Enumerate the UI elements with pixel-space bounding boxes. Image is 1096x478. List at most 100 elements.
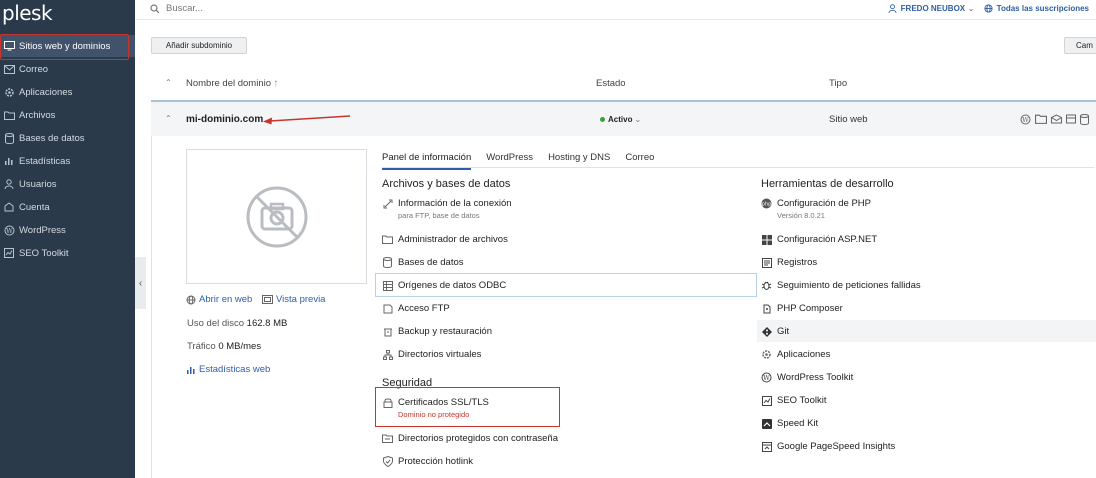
search-box[interactable]: Buscar...: [150, 3, 203, 14]
tool-pagespeed[interactable]: Google PageSpeed Insights: [761, 441, 895, 461]
dev-tools-section-title: Herramientas de desarrollo: [761, 178, 894, 190]
bug-icon: [761, 280, 772, 291]
tool-connection-info[interactable]: Información de la conexión para FTP, bas…: [382, 198, 512, 220]
svg-text:W: W: [6, 227, 13, 235]
mail-icon[interactable]: [1051, 114, 1062, 124]
sidebar-item-files[interactable]: Archivos: [0, 104, 135, 126]
tool-odbc[interactable]: Orígenes de datos ODBC: [382, 280, 506, 300]
sidebar-item-wordpress[interactable]: W WordPress: [0, 219, 135, 241]
user-name: FREDO NEUBOX: [900, 4, 966, 13]
column-header-type: Tipo: [829, 78, 848, 89]
sidebar-collapse-button[interactable]: ‹: [135, 257, 146, 309]
tool-label: Bases de datos: [398, 257, 464, 268]
site-preview-thumbnail: [186, 149, 367, 284]
subscriptions-menu[interactable]: Todas las suscripciones: [984, 4, 1089, 13]
tool-file-manager[interactable]: Administrador de archivos: [382, 234, 508, 254]
tool-php-settings[interactable]: php Configuración de PHP Versión 8.0.21: [761, 198, 871, 220]
preview-label: Vista previa: [276, 294, 326, 305]
panel-border: [151, 136, 152, 478]
sidebar-item-users[interactable]: Usuarios: [0, 173, 135, 195]
tool-hotlink-protection[interactable]: Protección hotlink: [382, 456, 473, 476]
tool-speed-kit[interactable]: Speed Kit: [761, 418, 818, 438]
sidebar-item-statistics[interactable]: Estadísticas: [0, 150, 135, 172]
tool-label: Aplicaciones: [777, 349, 831, 360]
right-toolbar-button[interactable]: Cam: [1064, 37, 1096, 54]
tool-backup[interactable]: Backup y restauración: [382, 326, 492, 346]
disk-usage: Uso del disco 162.8 MB: [187, 318, 287, 329]
disk-usage-label: Uso del disco: [187, 318, 245, 329]
tool-aspnet-settings[interactable]: Configuración ASP.NET: [761, 234, 877, 254]
tool-logs[interactable]: Registros: [761, 257, 817, 277]
tool-label: Orígenes de datos ODBC: [398, 280, 507, 291]
tool-label: PHP Composer: [777, 303, 843, 314]
tool-git[interactable]: Git: [761, 326, 789, 346]
column-header-domain[interactable]: Nombre del dominio ↑: [186, 78, 278, 89]
bar-chart-icon: [186, 365, 196, 375]
sidebar-item-websites[interactable]: Sitios web y dominios: [0, 34, 135, 60]
sidebar-item-label: Bases de datos: [19, 132, 85, 144]
mail-icon: [3, 63, 15, 75]
certificate-icon: [382, 397, 393, 408]
tool-label: Directorios protegidos con contraseña: [398, 433, 559, 444]
column-header-label: Nombre del dominio: [186, 78, 272, 89]
tool-failed-requests[interactable]: Seguimiento de peticiones fallidas: [761, 280, 921, 300]
tool-protected-dirs[interactable]: Directorios protegidos con contraseña: [382, 433, 558, 453]
sidebar-item-databases[interactable]: Bases de datos: [0, 127, 135, 149]
tool-seo-toolkit[interactable]: SEO Toolkit: [761, 395, 826, 415]
wordpress-icon: W: [761, 372, 772, 383]
sidebar-item-applications[interactable]: Aplicaciones: [0, 81, 135, 103]
tool-applications[interactable]: Aplicaciones: [761, 349, 830, 369]
disk-usage-value: 162.8 MB: [246, 318, 288, 329]
tool-sublabel: para FTP, base de datos: [398, 211, 480, 220]
status-badge[interactable]: Activo ⌄: [600, 115, 641, 124]
folder-icon: [3, 109, 15, 121]
bar-chart-icon: [3, 155, 15, 167]
plesk-logo[interactable]: plesk: [2, 1, 53, 25]
add-subdomain-button[interactable]: Añadir subdominio: [151, 37, 247, 54]
tool-ftp-access[interactable]: Acceso FTP: [382, 303, 450, 323]
sidebar-item-label: Archivos: [19, 109, 56, 121]
user-menu[interactable]: FREDO NEUBOX ⌄: [888, 4, 974, 13]
sitemap-icon: [382, 349, 393, 360]
status-label: Activo: [608, 115, 633, 124]
sidebar-item-label: Cuenta: [19, 201, 50, 213]
sidebar-item-label: Sitios web y dominios: [19, 40, 111, 52]
svg-text:W: W: [1022, 116, 1029, 124]
speed-icon: [761, 418, 772, 429]
row-collapse-icon[interactable]: ⌃: [165, 114, 172, 123]
tool-databases[interactable]: Bases de datos: [382, 257, 464, 277]
windows-icon: [761, 234, 772, 245]
preview-link[interactable]: Vista previa: [262, 294, 325, 305]
web-statistics-link[interactable]: Estadísticas web: [186, 364, 270, 375]
sidebar-item-account[interactable]: Cuenta: [0, 196, 135, 218]
svg-text:W: W: [763, 374, 770, 382]
no-screenshot-icon: [246, 186, 307, 247]
topbar: Buscar... FREDO NEUBOX ⌄ Todas las suscr…: [136, 0, 1096, 20]
tool-virtual-dirs[interactable]: Directorios virtuales: [382, 349, 481, 369]
tool-label: Speed Kit: [777, 418, 819, 429]
svg-text:php: php: [762, 202, 772, 208]
database-icon[interactable]: [1080, 114, 1089, 125]
monitor-icon: [3, 40, 15, 52]
sidebar-item-mail[interactable]: Correo: [0, 58, 135, 80]
gear-icon: [761, 349, 772, 360]
sidebar-item-seo-toolkit[interactable]: SEO Toolkit: [0, 242, 135, 264]
tool-ssl-certificates[interactable]: Certificados SSL/TLS Dominio no protegid…: [382, 397, 489, 419]
traffic-value: 0 MB/mes: [218, 341, 262, 352]
collapse-all-icon[interactable]: ⌃: [165, 78, 172, 87]
search-input[interactable]: Buscar...: [166, 3, 203, 14]
domain-type: Sitio web: [829, 114, 868, 125]
file-icon[interactable]: [1066, 114, 1076, 124]
tool-wordpress-toolkit[interactable]: W WordPress Toolkit: [761, 372, 853, 392]
wordpress-icon[interactable]: W: [1020, 114, 1031, 125]
database-icon: [3, 132, 15, 144]
composer-icon: [761, 303, 772, 314]
tool-php-composer[interactable]: PHP Composer: [761, 303, 843, 323]
tool-label: Configuración ASP.NET: [777, 234, 878, 245]
open-in-web-link[interactable]: Abrir en web: [186, 294, 252, 305]
folder-icon[interactable]: [1035, 114, 1047, 124]
git-icon: [761, 326, 772, 337]
sidebar-item-label: Aplicaciones: [19, 86, 73, 98]
domain-name-link[interactable]: mi-dominio.com: [186, 114, 263, 125]
files-section-title: Archivos y bases de datos: [382, 178, 511, 190]
